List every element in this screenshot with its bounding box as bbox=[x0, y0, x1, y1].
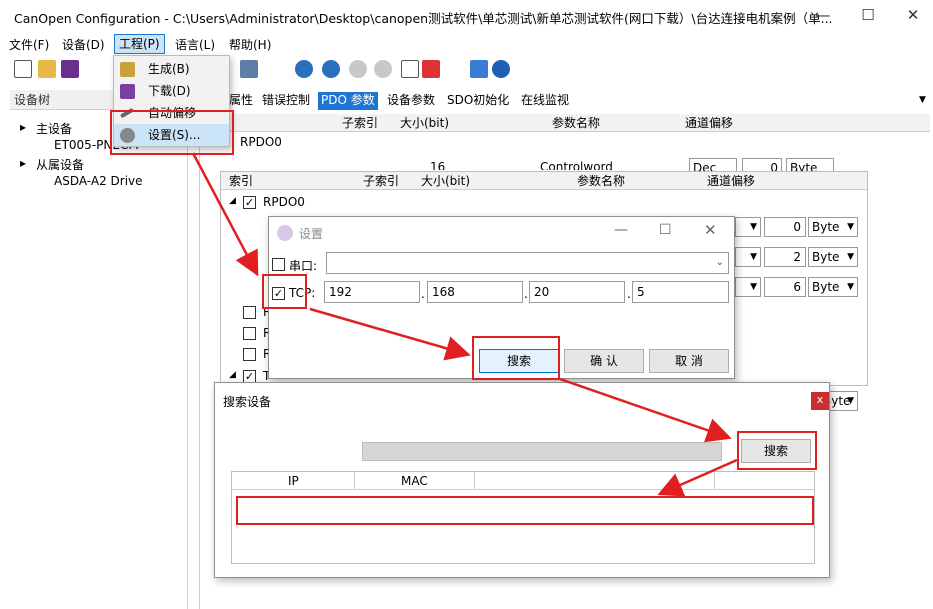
arrow bbox=[309, 307, 471, 361]
arrow bbox=[559, 377, 732, 443]
annotation-arrows bbox=[191, 152, 738, 497]
arrow bbox=[191, 152, 259, 277]
arrow bbox=[657, 458, 738, 497]
